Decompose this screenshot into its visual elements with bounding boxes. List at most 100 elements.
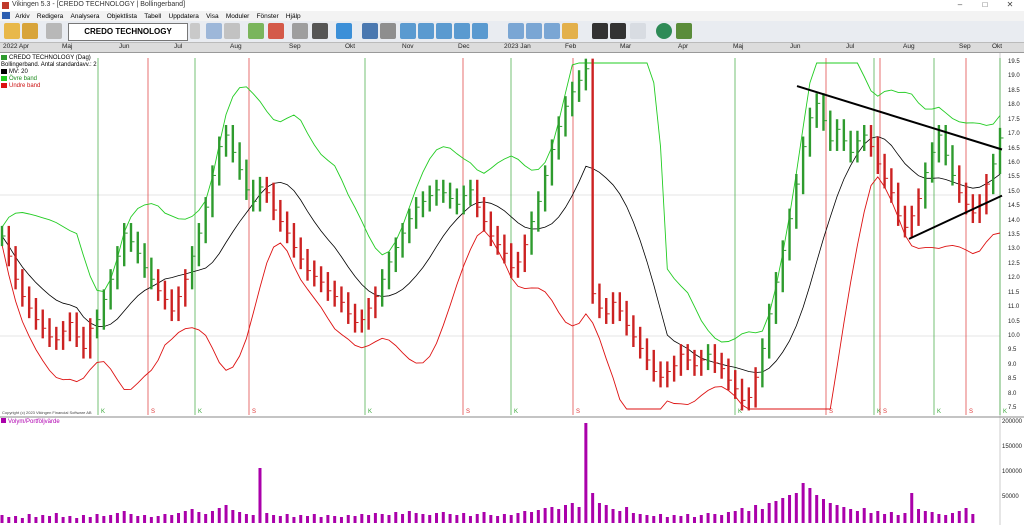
timeline-label: Feb	[565, 43, 577, 50]
timeline-label: Aug	[230, 43, 242, 50]
volume-bar	[204, 514, 208, 523]
bar-chart-icon[interactable]	[592, 23, 608, 39]
price-tick-label: 10.0	[1008, 332, 1020, 339]
menu-moduler[interactable]: Moduler	[226, 13, 249, 20]
money-icon[interactable]	[676, 23, 692, 39]
volume-bar	[720, 515, 724, 523]
volume-bar	[543, 508, 547, 523]
price-tick-label: 17.0	[1008, 131, 1020, 138]
line-chart-icon[interactable]	[630, 23, 646, 39]
volume-bar	[177, 513, 181, 523]
menu-redigera[interactable]: Redigera	[37, 13, 63, 20]
volume-bar	[48, 516, 52, 523]
volume-bar	[659, 514, 663, 523]
minimize-icon[interactable]: –	[950, 0, 970, 9]
volume-bar	[468, 516, 472, 523]
stats-icon[interactable]	[268, 23, 284, 39]
leaf-icon[interactable]	[248, 23, 264, 39]
document-icon[interactable]	[224, 23, 240, 39]
volume-bar	[781, 498, 785, 523]
menu-hjalp[interactable]: Hjälp	[286, 13, 301, 20]
volume-bar	[448, 514, 452, 523]
volume-bar	[238, 512, 242, 523]
volume-bar	[224, 505, 228, 523]
open-folder-icon[interactable]	[4, 23, 20, 39]
chart-legend: CREDO TECHNOLOGY (Dag) Bollingerband. An…	[1, 55, 97, 90]
volume-bar	[679, 516, 683, 523]
volume-bar	[244, 514, 248, 523]
price-tick-label: 16.0	[1008, 159, 1020, 166]
globe-icon[interactable]	[656, 23, 672, 39]
price-tick-label: 9.5	[1008, 347, 1017, 354]
volume-bar	[306, 516, 310, 523]
volume-bar	[7, 517, 11, 523]
volume-bar	[421, 514, 425, 523]
volume-bar	[0, 515, 4, 523]
ticker-field[interactable]: CREDO TECHNOLOGY	[68, 23, 188, 41]
volume-bar	[394, 512, 398, 523]
trendline-lower	[908, 194, 1003, 240]
signal-label: S	[466, 409, 470, 415]
refresh-icon[interactable]	[336, 23, 352, 39]
volume-bar	[197, 512, 201, 523]
volume-bar	[170, 515, 174, 523]
timeline-label: 2022 Apr	[3, 43, 30, 50]
volume-bar	[971, 514, 975, 523]
signal-label: K	[877, 409, 881, 415]
volume-bar	[523, 511, 527, 523]
price-tick-label: 19.0	[1008, 73, 1020, 80]
camera-icon[interactable]	[312, 23, 328, 39]
chart-window-icon[interactable]	[472, 23, 488, 39]
table-icon[interactable]	[508, 23, 524, 39]
menu-analysera[interactable]: Analysera	[71, 13, 100, 20]
price-tick-label: 14.5	[1008, 203, 1020, 210]
floppy-icon[interactable]	[362, 23, 378, 39]
volume-bar	[360, 514, 364, 523]
chart-window-icon[interactable]	[400, 23, 416, 39]
menu-visa[interactable]: Visa	[206, 13, 219, 20]
volume-bar	[20, 518, 24, 523]
menu-objektlista[interactable]: Objektlista	[107, 13, 137, 20]
tools-icon[interactable]	[292, 23, 308, 39]
timeline-label: Dec	[458, 43, 470, 50]
grid-icon[interactable]	[544, 23, 560, 39]
volume-tick-label: 150000	[1002, 444, 1023, 450]
trendline-upper	[796, 85, 1003, 151]
report-icon[interactable]	[206, 23, 222, 39]
price-tick-label: 18.0	[1008, 102, 1020, 109]
volume-bar	[964, 508, 968, 523]
volume-bar	[183, 511, 187, 523]
price-tick-label: 16.5	[1008, 145, 1020, 152]
chart-window-icon[interactable]	[454, 23, 470, 39]
notes-icon[interactable]	[562, 23, 578, 39]
menu-uppdatera[interactable]: Uppdatera	[169, 13, 199, 20]
chart-window-icon[interactable]	[436, 23, 452, 39]
save-icon[interactable]	[22, 23, 38, 39]
print-icon[interactable]	[380, 23, 396, 39]
volume-bar	[68, 516, 72, 523]
volume-bar	[149, 517, 153, 523]
volume-bar	[835, 505, 839, 523]
price-tick-label: 13.0	[1008, 246, 1020, 253]
volume-bar	[435, 513, 439, 523]
price-chart[interactable]: KSKSKSKSKSKSKSK	[0, 53, 1024, 525]
maximize-icon[interactable]: □	[975, 0, 995, 9]
close-icon[interactable]: ✕	[1000, 0, 1020, 9]
file-icon[interactable]	[2, 12, 10, 19]
legend-lower: Undre band	[1, 83, 97, 90]
volume-bar	[319, 517, 323, 523]
candlestick-icon[interactable]	[610, 23, 626, 39]
chart-window-icon[interactable]	[418, 23, 434, 39]
volume-bar	[815, 495, 819, 523]
menu-fonster[interactable]: Fönster	[257, 13, 279, 20]
volume-bar	[536, 510, 540, 523]
menu-tabell[interactable]: Tabell	[144, 13, 161, 20]
table-icon[interactable]	[526, 23, 542, 39]
volume-bar	[889, 512, 893, 523]
volume-bar	[265, 513, 269, 523]
volume-bar	[299, 515, 303, 523]
spin-arrows-icon[interactable]	[190, 23, 200, 39]
volume-bar	[156, 516, 160, 523]
list-icon[interactable]	[46, 23, 62, 39]
menu-arkiv[interactable]: Arkiv	[15, 13, 29, 20]
